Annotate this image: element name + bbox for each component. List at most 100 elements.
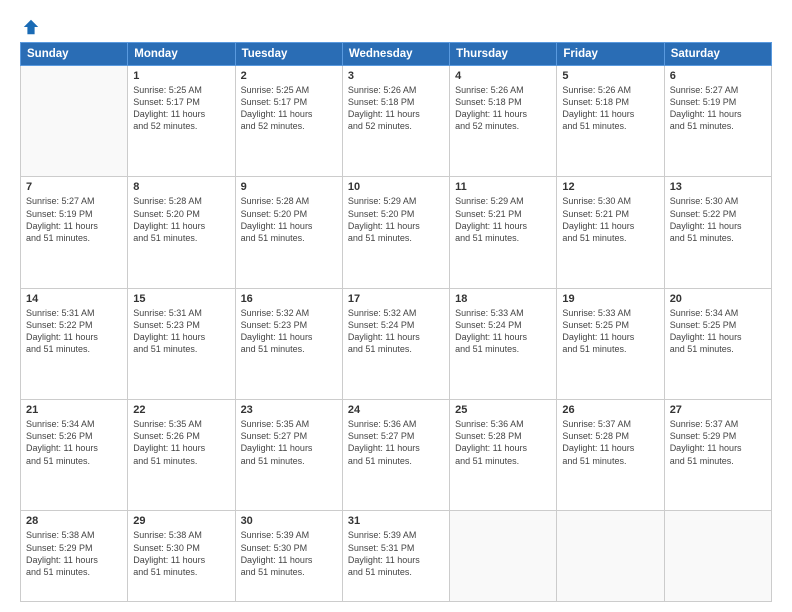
cell-info: Sunrise: 5:33 AM Sunset: 5:25 PM Dayligh…: [562, 307, 658, 356]
week-row-4: 28 Sunrise: 5:38 AM Sunset: 5:29 PM Dayli…: [21, 511, 772, 602]
cell-info: Sunrise: 5:28 AM Sunset: 5:20 PM Dayligh…: [241, 195, 337, 244]
cell-info: Sunrise: 5:30 AM Sunset: 5:22 PM Dayligh…: [670, 195, 766, 244]
day-number: 24: [348, 404, 444, 416]
day-number: 31: [348, 515, 444, 527]
cell-info: Sunrise: 5:29 AM Sunset: 5:21 PM Dayligh…: [455, 195, 551, 244]
cell-info: Sunrise: 5:36 AM Sunset: 5:27 PM Dayligh…: [348, 418, 444, 467]
cell-info: Sunrise: 5:39 AM Sunset: 5:31 PM Dayligh…: [348, 529, 444, 578]
page: SundayMondayTuesdayWednesdayThursdayFrid…: [0, 0, 792, 612]
cell-info: Sunrise: 5:36 AM Sunset: 5:28 PM Dayligh…: [455, 418, 551, 467]
day-number: 4: [455, 70, 551, 82]
weekday-header-row: SundayMondayTuesdayWednesdayThursdayFrid…: [21, 43, 772, 66]
calendar-cell: 6 Sunrise: 5:27 AM Sunset: 5:19 PM Daylig…: [664, 66, 771, 177]
calendar-cell: 8 Sunrise: 5:28 AM Sunset: 5:20 PM Daylig…: [128, 177, 235, 288]
weekday-header-sunday: Sunday: [21, 43, 128, 66]
day-number: 15: [133, 293, 229, 305]
week-row-1: 7Sunrise: 5:27 AM Sunset: 5:19 PM Daylig…: [21, 177, 772, 288]
cell-info: Sunrise: 5:34 AM Sunset: 5:25 PM Dayligh…: [670, 307, 766, 356]
calendar-cell: 12 Sunrise: 5:30 AM Sunset: 5:21 PM Dayli…: [557, 177, 664, 288]
calendar-cell: 18Sunrise: 5:33 AM Sunset: 5:24 PM Dayli…: [450, 288, 557, 399]
week-row-2: 14 Sunrise: 5:31 AM Sunset: 5:22 PM Dayli…: [21, 288, 772, 399]
calendar-cell: 14 Sunrise: 5:31 AM Sunset: 5:22 PM Dayli…: [21, 288, 128, 399]
weekday-header-friday: Friday: [557, 43, 664, 66]
cell-info: Sunrise: 5:27 AM Sunset: 5:19 PM Dayligh…: [670, 84, 766, 133]
calendar-cell: [21, 66, 128, 177]
cell-info: Sunrise: 5:30 AM Sunset: 5:21 PM Dayligh…: [562, 195, 658, 244]
calendar-cell: 4 Sunrise: 5:26 AM Sunset: 5:18 PM Daylig…: [450, 66, 557, 177]
day-number: 8: [133, 181, 229, 193]
calendar-cell: 24 Sunrise: 5:36 AM Sunset: 5:27 PM Dayli…: [342, 400, 449, 511]
cell-info: Sunrise: 5:26 AM Sunset: 5:18 PM Dayligh…: [562, 84, 658, 133]
day-number: 10: [348, 181, 444, 193]
weekday-header-saturday: Saturday: [664, 43, 771, 66]
cell-info: Sunrise: 5:35 AM Sunset: 5:26 PM Dayligh…: [133, 418, 229, 467]
day-number: 30: [241, 515, 337, 527]
cell-info: Sunrise: 5:34 AM Sunset: 5:26 PM Dayligh…: [26, 418, 122, 467]
day-number: 12: [562, 181, 658, 193]
day-number: 17: [348, 293, 444, 305]
calendar-cell: [450, 511, 557, 602]
day-number: 11: [455, 181, 551, 193]
cell-info: Sunrise: 5:31 AM Sunset: 5:22 PM Dayligh…: [26, 307, 122, 356]
calendar-cell: 15 Sunrise: 5:31 AM Sunset: 5:23 PM Dayli…: [128, 288, 235, 399]
week-row-0: 1 Sunrise: 5:25 AM Sunset: 5:17 PM Daylig…: [21, 66, 772, 177]
day-number: 14: [26, 293, 122, 305]
calendar-table: SundayMondayTuesdayWednesdayThursdayFrid…: [20, 42, 772, 602]
day-number: 23: [241, 404, 337, 416]
day-number: 22: [133, 404, 229, 416]
cell-info: Sunrise: 5:29 AM Sunset: 5:20 PM Dayligh…: [348, 195, 444, 244]
day-number: 28: [26, 515, 122, 527]
cell-info: Sunrise: 5:37 AM Sunset: 5:29 PM Dayligh…: [670, 418, 766, 467]
day-number: 16: [241, 293, 337, 305]
day-number: 7: [26, 181, 122, 193]
calendar-cell: 13 Sunrise: 5:30 AM Sunset: 5:22 PM Dayli…: [664, 177, 771, 288]
day-number: 2: [241, 70, 337, 82]
day-number: 5: [562, 70, 658, 82]
day-number: 9: [241, 181, 337, 193]
day-number: 29: [133, 515, 229, 527]
calendar-cell: 23 Sunrise: 5:35 AM Sunset: 5:27 PM Dayli…: [235, 400, 342, 511]
day-number: 6: [670, 70, 766, 82]
day-number: 13: [670, 181, 766, 193]
calendar-cell: 16 Sunrise: 5:32 AM Sunset: 5:23 PM Dayli…: [235, 288, 342, 399]
calendar-cell: 19 Sunrise: 5:33 AM Sunset: 5:25 PM Dayli…: [557, 288, 664, 399]
day-number: 25: [455, 404, 551, 416]
day-number: 18: [455, 293, 551, 305]
logo: [20, 18, 40, 36]
cell-info: Sunrise: 5:31 AM Sunset: 5:23 PM Dayligh…: [133, 307, 229, 356]
cell-info: Sunrise: 5:39 AM Sunset: 5:30 PM Dayligh…: [241, 529, 337, 578]
calendar-cell: 2 Sunrise: 5:25 AM Sunset: 5:17 PM Daylig…: [235, 66, 342, 177]
cell-info: Sunrise: 5:38 AM Sunset: 5:30 PM Dayligh…: [133, 529, 229, 578]
cell-info: Sunrise: 5:28 AM Sunset: 5:20 PM Dayligh…: [133, 195, 229, 244]
cell-info: Sunrise: 5:26 AM Sunset: 5:18 PM Dayligh…: [455, 84, 551, 133]
cell-info: Sunrise: 5:25 AM Sunset: 5:17 PM Dayligh…: [241, 84, 337, 133]
calendar-cell: 30 Sunrise: 5:39 AM Sunset: 5:30 PM Dayli…: [235, 511, 342, 602]
calendar-cell: 28 Sunrise: 5:38 AM Sunset: 5:29 PM Dayli…: [21, 511, 128, 602]
day-number: 1: [133, 70, 229, 82]
calendar-cell: 22 Sunrise: 5:35 AM Sunset: 5:26 PM Dayli…: [128, 400, 235, 511]
cell-info: Sunrise: 5:35 AM Sunset: 5:27 PM Dayligh…: [241, 418, 337, 467]
calendar-cell: 31 Sunrise: 5:39 AM Sunset: 5:31 PM Dayli…: [342, 511, 449, 602]
weekday-header-tuesday: Tuesday: [235, 43, 342, 66]
calendar-cell: 21 Sunrise: 5:34 AM Sunset: 5:26 PM Dayli…: [21, 400, 128, 511]
calendar-cell: 1Sunrise: 5:25 AM Sunset: 5:17 PM Daylig…: [128, 66, 235, 177]
calendar-cell: 25 Sunrise: 5:36 AM Sunset: 5:28 PM Dayli…: [450, 400, 557, 511]
cell-info: Sunrise: 5:37 AM Sunset: 5:28 PM Dayligh…: [562, 418, 658, 467]
week-row-3: 21 Sunrise: 5:34 AM Sunset: 5:26 PM Dayli…: [21, 400, 772, 511]
calendar-cell: 20Sunrise: 5:34 AM Sunset: 5:25 PM Dayli…: [664, 288, 771, 399]
weekday-header-monday: Monday: [128, 43, 235, 66]
header: [20, 18, 772, 36]
day-number: 21: [26, 404, 122, 416]
calendar-cell: 26 Sunrise: 5:37 AM Sunset: 5:28 PM Dayli…: [557, 400, 664, 511]
day-number: 26: [562, 404, 658, 416]
cell-info: Sunrise: 5:26 AM Sunset: 5:18 PM Dayligh…: [348, 84, 444, 133]
calendar-cell: 11 Sunrise: 5:29 AM Sunset: 5:21 PM Dayli…: [450, 177, 557, 288]
cell-info: Sunrise: 5:32 AM Sunset: 5:23 PM Dayligh…: [241, 307, 337, 356]
cell-info: Sunrise: 5:38 AM Sunset: 5:29 PM Dayligh…: [26, 529, 122, 578]
logo-icon: [22, 18, 40, 36]
calendar-cell: 3Sunrise: 5:26 AM Sunset: 5:18 PM Daylig…: [342, 66, 449, 177]
day-number: 19: [562, 293, 658, 305]
calendar-cell: 7Sunrise: 5:27 AM Sunset: 5:19 PM Daylig…: [21, 177, 128, 288]
calendar-cell: 10 Sunrise: 5:29 AM Sunset: 5:20 PM Dayli…: [342, 177, 449, 288]
calendar-cell: 9 Sunrise: 5:28 AM Sunset: 5:20 PM Daylig…: [235, 177, 342, 288]
